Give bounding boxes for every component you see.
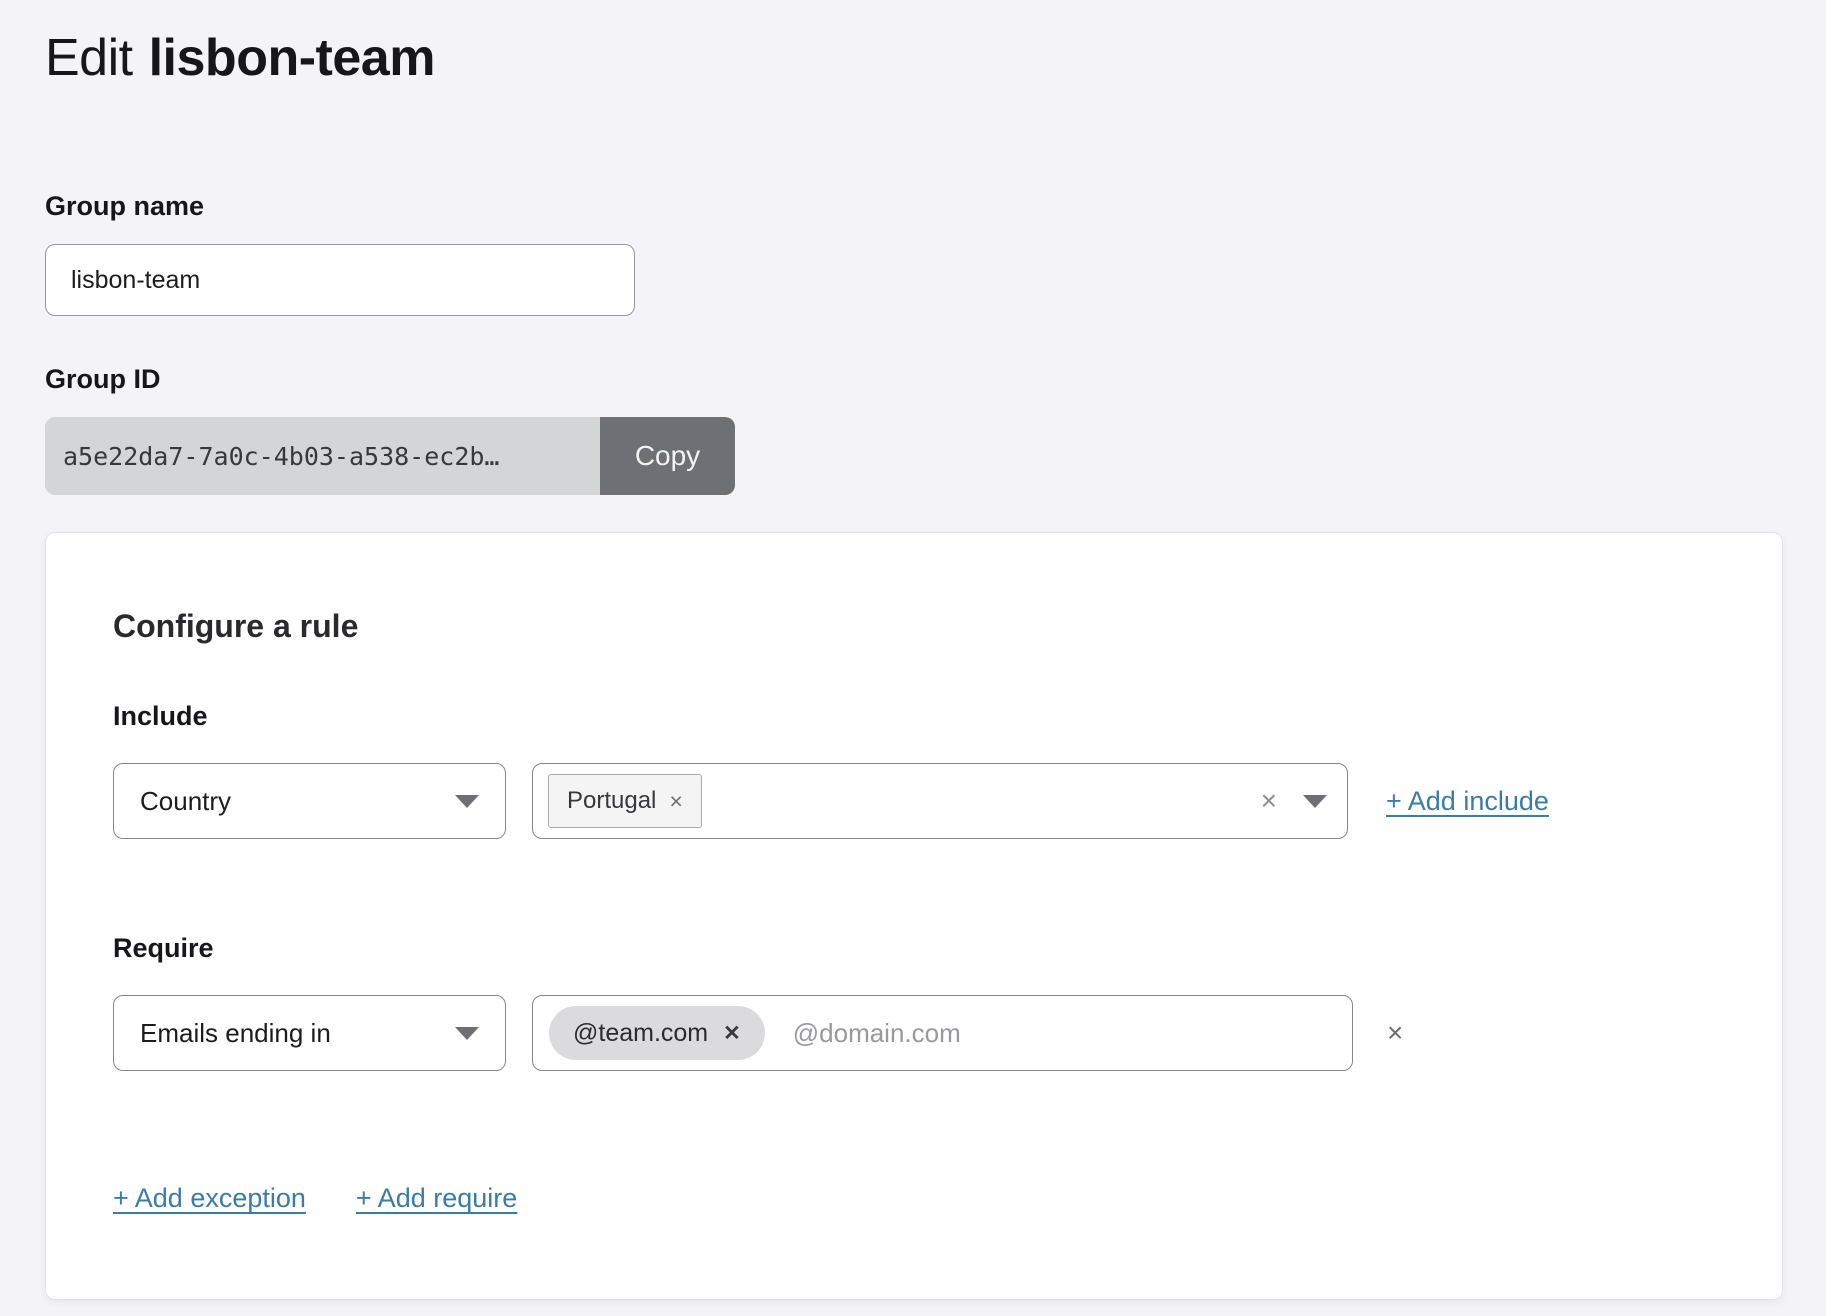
chevron-down-icon[interactable] <box>1303 795 1327 808</box>
rule-card: Configure a rule Include Country Portuga… <box>45 532 1783 1300</box>
add-exception-link[interactable]: + Add exception <box>113 1183 306 1214</box>
require-tag-label: @team.com <box>573 1019 708 1048</box>
edit-group-page: Edit lisbon-team Group name Group ID a5e2… <box>0 0 1826 1300</box>
include-attribute-value: Country <box>140 786 231 817</box>
group-name-label: Group name <box>45 191 1781 222</box>
include-attribute-select[interactable]: Country <box>113 763 506 839</box>
remove-tag-icon[interactable]: ✕ <box>723 1021 741 1046</box>
chevron-down-icon <box>455 1027 479 1040</box>
require-label: Require <box>113 933 1715 963</box>
include-values-multiselect[interactable]: Portugal × × <box>532 763 1348 839</box>
clear-all-icon[interactable]: × <box>1261 787 1277 815</box>
page-title-group-name: lisbon-team <box>149 29 435 87</box>
require-attribute-value: Emails ending in <box>140 1018 331 1049</box>
include-row: Country Portugal × × + Add include <box>113 763 1715 839</box>
page-title: Edit lisbon-team <box>45 0 1781 87</box>
include-tag-label: Portugal <box>567 787 656 815</box>
group-name-input[interactable] <box>45 244 635 316</box>
require-row: Emails ending in @team.com ✕ × <box>113 995 1715 1071</box>
group-id-row: a5e22da7-7a0c-4b03-a538-ec2b… Copy <box>45 417 735 495</box>
page-title-prefix: Edit <box>45 29 133 87</box>
require-attribute-select[interactable]: Emails ending in <box>113 995 506 1071</box>
rule-footer-links: + Add exception + Add require <box>113 1183 1715 1214</box>
copy-button[interactable]: Copy <box>600 417 735 495</box>
require-domain-input[interactable] <box>793 1018 1336 1049</box>
remove-require-row-icon[interactable]: × <box>1387 1019 1403 1047</box>
include-label: Include <box>113 701 1715 731</box>
remove-tag-icon[interactable]: × <box>669 788 682 815</box>
add-require-link[interactable]: + Add require <box>356 1183 517 1214</box>
group-id-value: a5e22da7-7a0c-4b03-a538-ec2b… <box>45 417 600 495</box>
chevron-down-icon <box>455 795 479 808</box>
require-values-input[interactable]: @team.com ✕ <box>532 995 1353 1071</box>
require-tag: @team.com ✕ <box>549 1006 765 1060</box>
add-include-link[interactable]: + Add include <box>1386 786 1549 817</box>
group-id-label: Group ID <box>45 364 1781 395</box>
rule-card-title: Configure a rule <box>113 607 1715 645</box>
include-tag: Portugal × <box>548 774 702 828</box>
